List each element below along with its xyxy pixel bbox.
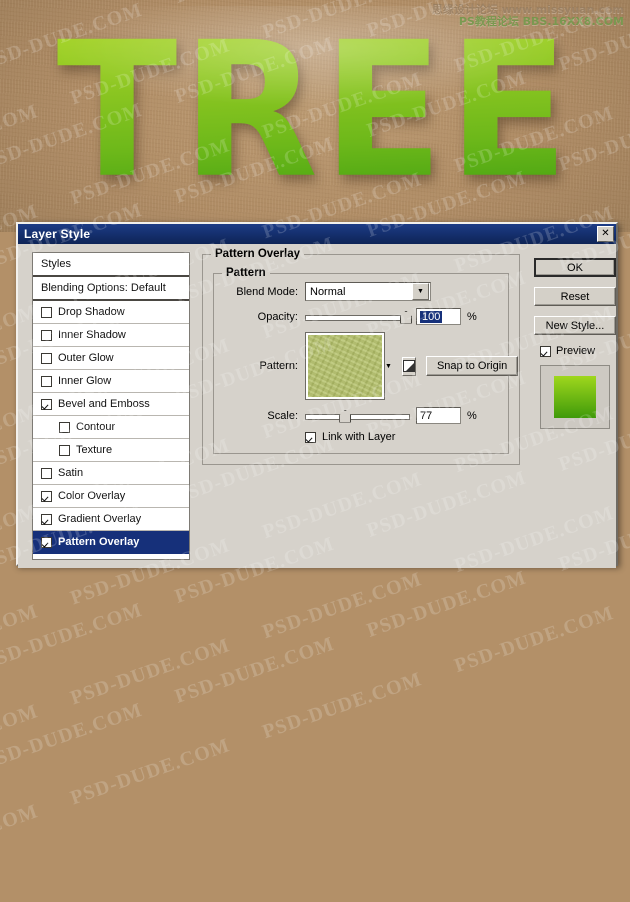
ok-button[interactable]: OK bbox=[534, 258, 616, 277]
scale-label: Scale: bbox=[267, 409, 298, 422]
link-with-layer-row[interactable]: Link with Layer bbox=[305, 431, 498, 443]
style-list-item-outer-glow[interactable]: Outer Glow bbox=[33, 347, 189, 370]
styles-list[interactable]: Styles Blending Options: Default Drop Shad… bbox=[32, 252, 190, 560]
preview-checkbox[interactable] bbox=[540, 345, 551, 357]
style-enable-checkbox[interactable] bbox=[41, 352, 52, 364]
preview-thumbnail-swatch bbox=[554, 376, 596, 418]
dialog-titlebar[interactable]: Layer Style ✕ bbox=[18, 224, 616, 244]
opacity-percent-label: % bbox=[467, 310, 477, 323]
style-list-item-drop-shadow[interactable]: Drop Shadow bbox=[33, 301, 189, 324]
pattern-group: Pattern Blend Mode: Normal ▼ Opacity: 10… bbox=[213, 267, 519, 454]
style-enable-checkbox[interactable] bbox=[41, 329, 52, 341]
style-enable-checkbox[interactable] bbox=[41, 536, 52, 548]
preview-thumbnail bbox=[540, 365, 610, 429]
opacity-slider-knob[interactable] bbox=[400, 310, 412, 324]
style-enable-checkbox[interactable] bbox=[59, 421, 70, 433]
dialog-body: Styles Blending Options: Default Drop Shad… bbox=[18, 244, 616, 568]
pattern-overlay-legend: Pattern Overlay bbox=[211, 248, 305, 260]
opacity-slider-track bbox=[305, 314, 410, 321]
opacity-slider[interactable] bbox=[305, 310, 412, 324]
close-icon[interactable]: ✕ bbox=[597, 226, 614, 242]
forum-watermark: 思缘设计论坛 www.missyuan.com PS教程论坛 BBS.16XX8… bbox=[432, 4, 624, 28]
scale-row: Scale: 77 % bbox=[224, 407, 498, 424]
pattern-swatch-fill bbox=[308, 335, 382, 397]
artwork-canvas: TREE 思缘设计论坛 www.missyuan.com PS教程论坛 BBS.… bbox=[0, 0, 630, 232]
chevron-down-icon[interactable]: ▼ bbox=[412, 283, 429, 300]
style-enable-checkbox[interactable] bbox=[41, 490, 52, 502]
pattern-row: Pattern: ▼ Snap to Origin bbox=[224, 332, 519, 400]
blend-mode-row: Blend Mode: Normal ▼ bbox=[224, 282, 498, 301]
blend-mode-value: Normal bbox=[310, 285, 346, 298]
opacity-label: Opacity: bbox=[257, 310, 298, 323]
style-list-item-label: Bevel and Emboss bbox=[58, 398, 150, 410]
style-enable-checkbox[interactable] bbox=[41, 306, 52, 318]
style-list-item-bevel-and-emboss[interactable]: Bevel and Emboss bbox=[33, 393, 189, 416]
opacity-value: 100 bbox=[420, 310, 443, 323]
pattern-legend: Pattern bbox=[222, 267, 270, 279]
pattern-label: Pattern: bbox=[259, 360, 298, 372]
style-list-item-satin[interactable]: Satin bbox=[33, 462, 189, 485]
scale-slider[interactable] bbox=[305, 409, 410, 423]
style-enable-checkbox[interactable] bbox=[41, 467, 52, 479]
style-list-item-label: Color Overlay bbox=[58, 490, 126, 502]
style-list-item-contour[interactable]: Contour bbox=[33, 416, 189, 439]
style-list-item-gradient-overlay[interactable]: Gradient Overlay bbox=[33, 508, 189, 531]
style-list-item-label: Texture bbox=[76, 444, 113, 456]
style-list-item-styles[interactable]: Styles bbox=[33, 253, 189, 277]
link-with-layer-checkbox[interactable] bbox=[305, 431, 316, 443]
style-list-item-label: Gradient Overlay bbox=[58, 513, 142, 525]
style-list-item-label: Contour bbox=[76, 421, 116, 433]
dialog-title: Layer Style bbox=[24, 227, 91, 241]
link-with-layer-label: Link with Layer bbox=[322, 431, 396, 443]
style-enable-checkbox[interactable] bbox=[41, 513, 52, 525]
style-list-item-label: Inner Glow bbox=[58, 375, 112, 387]
blend-mode-label: Blend Mode: bbox=[236, 285, 298, 298]
new-preset-icon[interactable] bbox=[401, 356, 416, 376]
watermark-text: PSD-DUDE.COM PSD-DUDE.COM PSD-DUDE.COM P… bbox=[0, 272, 630, 876]
pattern-swatch[interactable] bbox=[305, 332, 385, 400]
reset-button[interactable]: Reset bbox=[534, 287, 616, 306]
forum-watermark-line2: PS教程论坛 BBS.16XX8.COM bbox=[458, 15, 624, 28]
style-list-item-texture[interactable]: Texture bbox=[33, 439, 189, 462]
style-list-item-label: Inner Shadow bbox=[58, 329, 126, 341]
scale-percent-label: % bbox=[467, 409, 477, 422]
scale-value: 77 bbox=[420, 409, 433, 422]
scale-slider-track bbox=[305, 413, 410, 420]
preview-label: Preview bbox=[556, 345, 596, 357]
style-list-item-label: Blending Options: Default bbox=[41, 282, 166, 294]
style-list-item-label: Pattern Overlay bbox=[58, 536, 140, 548]
style-list-item-label: Outer Glow bbox=[58, 352, 114, 364]
style-list-item-pattern-overlay[interactable]: Pattern Overlay bbox=[33, 531, 189, 554]
style-list-item-label: Satin bbox=[58, 467, 84, 479]
tree-text: TREE bbox=[0, 0, 630, 232]
opacity-row: Opacity: 100 % bbox=[224, 308, 498, 325]
preview-toggle-row[interactable]: Preview bbox=[540, 345, 616, 357]
scale-slider-knob[interactable] bbox=[339, 409, 352, 423]
pattern-overlay-group: Pattern Overlay Pattern Blend Mode: Norm… bbox=[202, 248, 520, 465]
style-enable-checkbox[interactable] bbox=[41, 398, 52, 410]
blend-mode-select[interactable]: Normal ▼ bbox=[305, 282, 431, 301]
scale-input[interactable]: 77 bbox=[416, 407, 461, 424]
style-list-item-blending-options-default[interactable]: Blending Options: Default bbox=[33, 277, 189, 301]
pattern-overlay-panel: Pattern Overlay Pattern Blend Mode: Norm… bbox=[202, 248, 520, 471]
style-list-item-color-overlay[interactable]: Color Overlay bbox=[33, 485, 189, 508]
style-enable-checkbox[interactable] bbox=[59, 444, 70, 456]
new-style-button[interactable]: New Style... bbox=[534, 316, 616, 335]
style-list-item-inner-glow[interactable]: Inner Glow bbox=[33, 370, 189, 393]
style-list-item-inner-shadow[interactable]: Inner Shadow bbox=[33, 324, 189, 347]
style-list-item-label: Drop Shadow bbox=[58, 306, 125, 318]
opacity-input[interactable]: 100 bbox=[416, 308, 461, 325]
pattern-picker-chevron-down-icon[interactable]: ▼ bbox=[385, 335, 392, 397]
style-enable-checkbox[interactable] bbox=[41, 375, 52, 387]
snap-to-origin-button[interactable]: Snap to Origin bbox=[425, 356, 519, 376]
layer-style-dialog: Layer Style ✕ Styles Blending Options: De… bbox=[16, 222, 618, 568]
dialog-buttons: OK Reset New Style... Preview bbox=[534, 258, 616, 429]
style-list-item-label: Styles bbox=[41, 258, 71, 270]
